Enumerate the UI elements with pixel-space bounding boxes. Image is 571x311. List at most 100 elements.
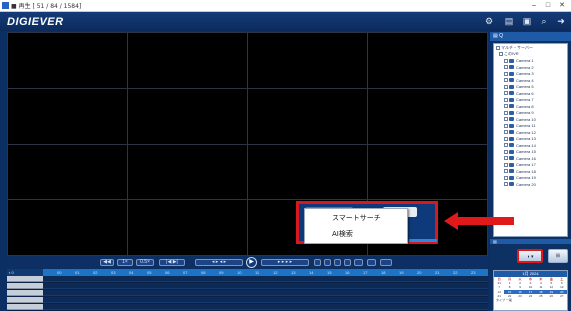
video-cell[interactable]	[127, 199, 248, 256]
menu-item-ai-search[interactable]: AI検索	[305, 227, 407, 242]
timeline-track[interactable]	[43, 290, 488, 296]
camera-node[interactable]: Camera 15	[504, 149, 536, 155]
checkbox-icon[interactable]	[504, 182, 508, 187]
video-cell[interactable]	[247, 32, 368, 89]
checkbox-icon[interactable]	[504, 65, 508, 70]
play-icon[interactable]: ▶	[246, 257, 257, 268]
video-cell[interactable]	[7, 32, 128, 89]
export-icon[interactable]: ▣	[521, 16, 533, 27]
export-clip-icon[interactable]	[380, 259, 392, 266]
timeline-channel-label[interactable]	[7, 290, 43, 296]
frame-step-button[interactable]: |◀ ▶|	[159, 259, 185, 266]
checkbox-icon[interactable]	[504, 104, 508, 109]
video-cell[interactable]	[367, 143, 488, 201]
camera-node[interactable]: Camera 4	[504, 78, 534, 84]
search-icon[interactable]: ⌕	[538, 16, 550, 27]
camera-node[interactable]: Camera 13	[504, 136, 536, 142]
timeline-track[interactable]	[43, 304, 488, 310]
timeline-ruler[interactable]: 00 01 02 03 04 05 06 07 08 09 10 11 12 1…	[43, 269, 488, 276]
gear-icon[interactable]: ⚙	[483, 16, 495, 27]
type-value[interactable]: 一般	[506, 298, 512, 302]
checkbox-icon[interactable]	[504, 71, 508, 76]
timeline-track[interactable]	[43, 276, 488, 282]
checkbox-icon[interactable]	[504, 130, 508, 135]
type-label: タイプ	[496, 298, 506, 302]
video-cell[interactable]	[7, 143, 128, 201]
checkbox-icon[interactable]	[504, 156, 508, 161]
video-cell[interactable]	[127, 143, 248, 201]
video-cell[interactable]	[247, 87, 368, 145]
timeline-track[interactable]	[43, 297, 488, 303]
camera-node[interactable]: Camera 8	[504, 104, 534, 110]
camera-node[interactable]: Camera 14	[504, 143, 536, 149]
video-cell[interactable]	[127, 32, 248, 89]
checkbox-icon[interactable]	[504, 123, 508, 128]
video-cell[interactable]	[247, 143, 368, 201]
checkbox-icon[interactable]	[504, 78, 508, 83]
minimize-button[interactable]: –	[527, 1, 541, 10]
checkbox-icon[interactable]	[504, 169, 508, 174]
video-cell[interactable]	[7, 199, 128, 256]
volume-icon[interactable]	[354, 259, 363, 266]
camera-node[interactable]: Camera 7	[504, 97, 534, 103]
video-cell[interactable]	[367, 87, 488, 145]
checkbox-icon[interactable]	[504, 91, 508, 96]
layout-9-icon[interactable]	[334, 259, 341, 266]
checkbox-icon[interactable]	[496, 45, 500, 50]
camera-node[interactable]: Camera 12	[504, 130, 536, 136]
layout-16-icon[interactable]	[344, 259, 351, 266]
checkbox-icon[interactable]	[504, 136, 508, 141]
checkbox-icon[interactable]	[504, 162, 508, 167]
video-cell[interactable]	[127, 87, 248, 145]
checkbox-icon[interactable]	[504, 84, 508, 89]
camera-node[interactable]: Camera 11	[504, 123, 536, 129]
camera-node[interactable]: Camera 9	[504, 110, 534, 116]
fast-rewind-button[interactable]: ◀◀	[100, 259, 114, 266]
search-option-button[interactable]: ⊞	[548, 249, 568, 263]
camera-node[interactable]: Camera 20	[504, 182, 536, 188]
snapshot-icon[interactable]	[367, 259, 376, 266]
camera-node[interactable]: Camera 10	[504, 117, 536, 123]
video-cell[interactable]	[7, 87, 128, 145]
camera-node[interactable]: Camera 6	[504, 91, 534, 97]
camera-node[interactable]: Camera 2	[504, 65, 534, 71]
monitor-icon[interactable]: ▤	[503, 16, 515, 27]
timeline-channel-label[interactable]	[7, 297, 43, 303]
close-button[interactable]: ✕	[555, 1, 569, 10]
checkbox-icon[interactable]	[504, 149, 508, 154]
step-controls[interactable]: ◂ ▸ ◂ ▸	[195, 259, 243, 266]
layout-4-icon[interactable]	[324, 259, 331, 266]
playback-window: ■ 再生 [ 51 / 84 / 1584] – □ ✕ DIGIEVER ⚙ …	[0, 0, 571, 311]
checkbox-icon[interactable]	[499, 51, 503, 56]
search-mode-button[interactable]: ◑ ▾	[517, 249, 543, 263]
camera-node[interactable]: Camera 16	[504, 156, 536, 162]
checkbox-icon[interactable]	[504, 175, 508, 180]
tick-label: 04	[129, 270, 134, 275]
timeline-channel-label[interactable]	[7, 283, 43, 289]
camera-node[interactable]: Camera 19	[504, 175, 536, 181]
layout-1-icon[interactable]	[314, 259, 321, 266]
camera-node[interactable]: Camera 3	[504, 71, 534, 77]
timeline-track[interactable]	[43, 283, 488, 289]
group-node[interactable]: このIVR	[499, 51, 519, 57]
search-tab[interactable]: ▤	[490, 239, 571, 244]
timeline-channel-label[interactable]	[7, 304, 43, 310]
camera-node[interactable]: Camera 1	[504, 58, 534, 64]
speed-button[interactable]: 0.5×	[136, 259, 154, 266]
camera-node[interactable]: Camera 17	[504, 162, 536, 168]
checkbox-icon[interactable]	[504, 110, 508, 115]
maximize-button[interactable]: □	[541, 1, 555, 10]
logout-icon[interactable]: ➜	[555, 16, 567, 27]
camera-node[interactable]: Camera 5	[504, 84, 534, 90]
checkbox-icon[interactable]	[504, 117, 508, 122]
forward-controls[interactable]: ▸ ▸ ▸ ▸	[261, 259, 309, 266]
device-tab[interactable]: ▤ Q	[490, 32, 571, 41]
timeline-channel-label[interactable]	[7, 276, 43, 282]
video-cell[interactable]	[367, 32, 488, 89]
speed-down-button[interactable]: 1×	[117, 259, 133, 266]
checkbox-icon[interactable]	[504, 58, 508, 63]
checkbox-icon[interactable]	[504, 97, 508, 102]
camera-node[interactable]: Camera 18	[504, 169, 536, 175]
menu-item-smart-search[interactable]: スマートサーチ	[305, 211, 407, 226]
checkbox-icon[interactable]	[504, 143, 508, 148]
